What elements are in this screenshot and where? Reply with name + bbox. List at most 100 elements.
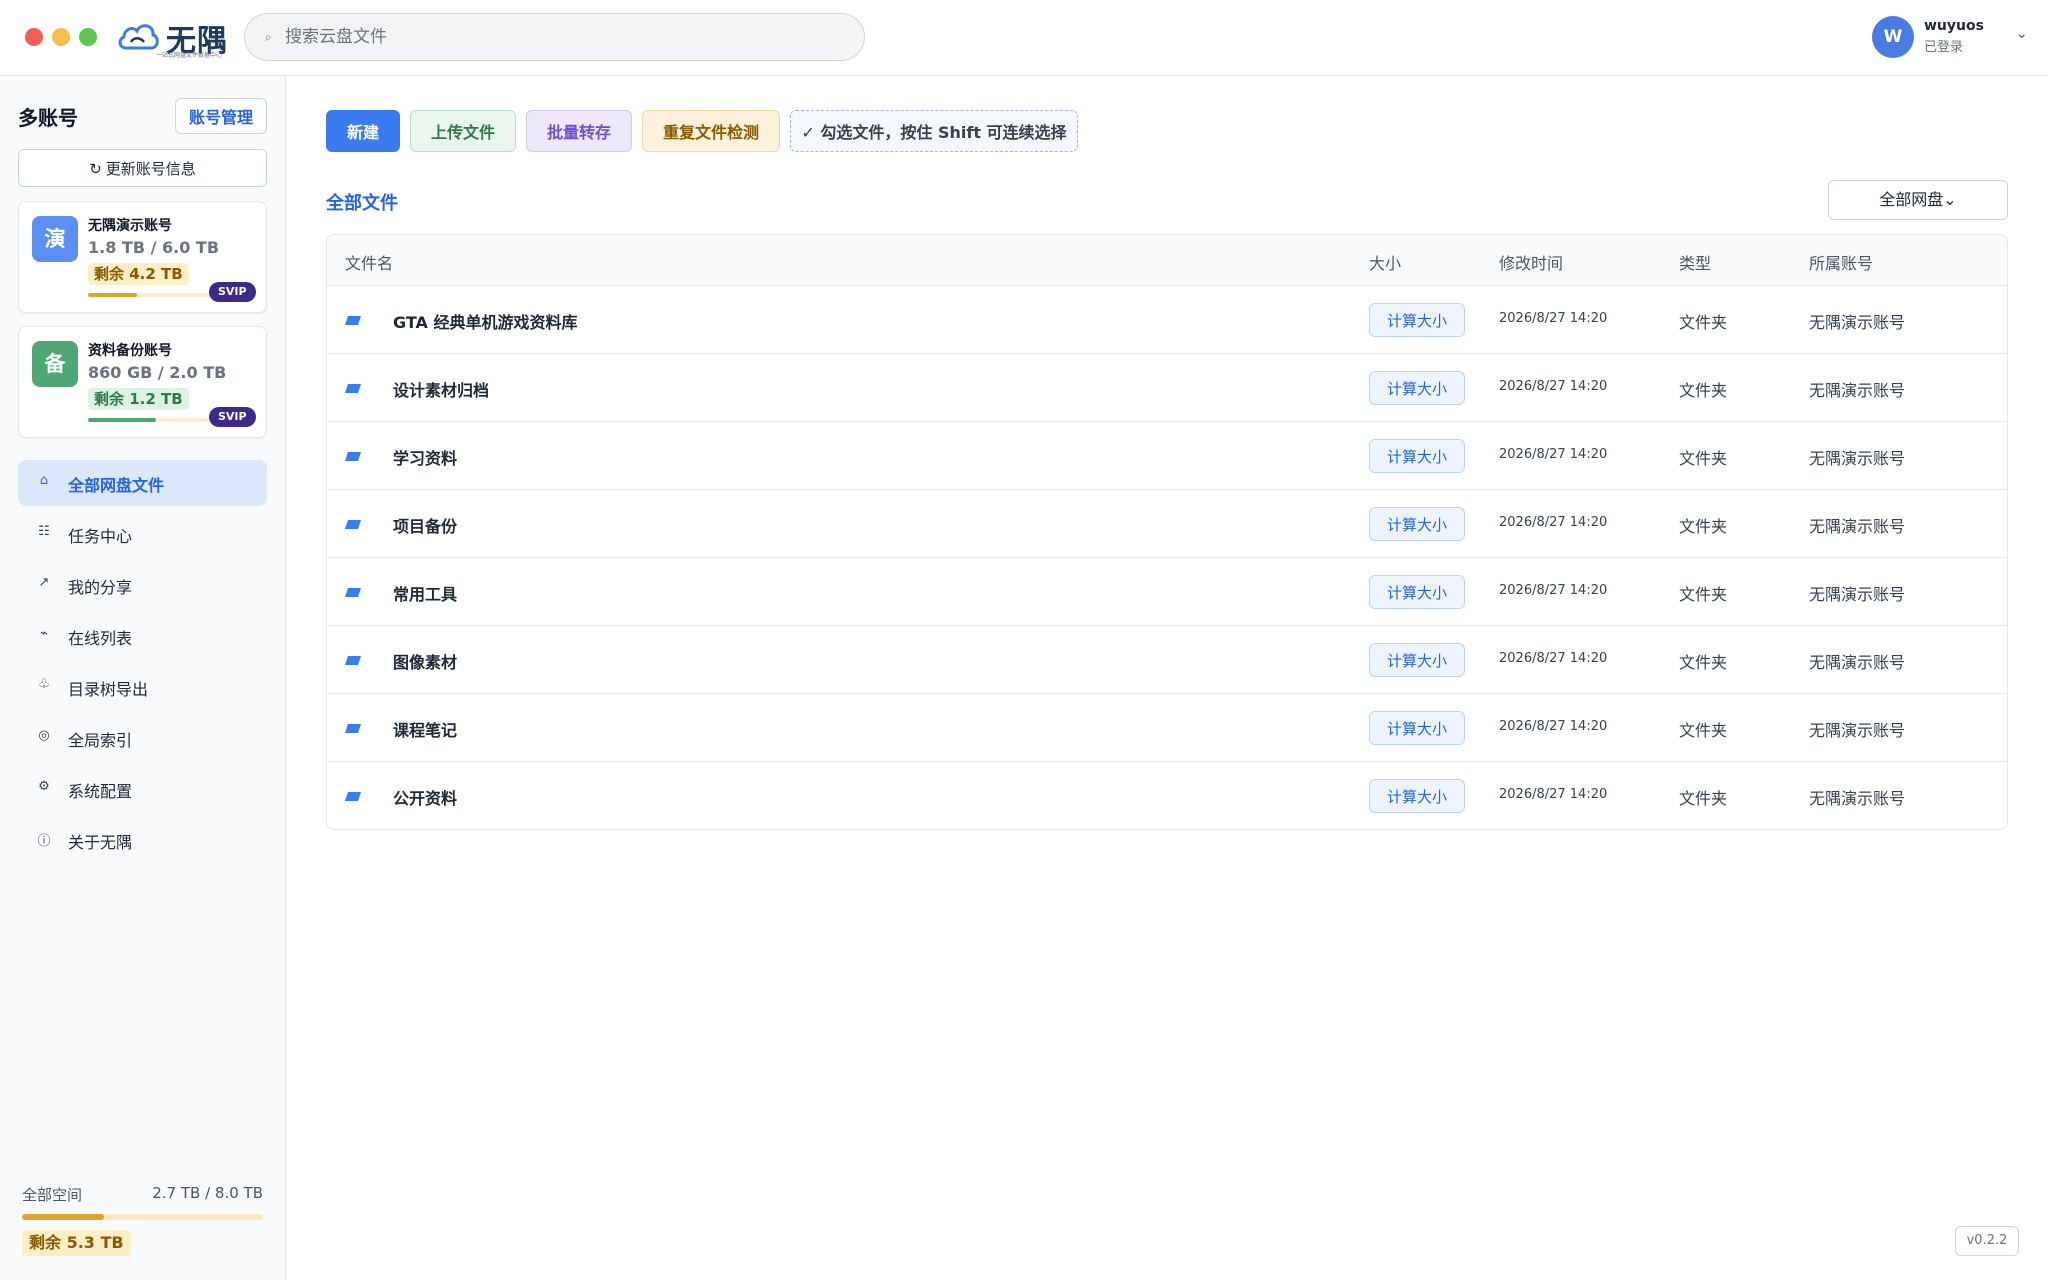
- calc-size-button[interactable]: 计算大小: [1369, 643, 1465, 677]
- version-badge: v0.2.2: [1955, 1226, 2019, 1256]
- calc-size-button[interactable]: 计算大小: [1369, 711, 1465, 745]
- modified-time: 2026/8/27 14:20: [1499, 651, 1608, 666]
- total-space-value: 2.7 TB / 8.0 TB: [152, 1184, 263, 1202]
- total-space-remaining: 剩余 5.3 TB: [22, 1230, 131, 1256]
- folder-icon: [345, 452, 361, 461]
- calc-size-button[interactable]: 计算大小: [1369, 371, 1465, 405]
- file-type: 文件夹: [1679, 721, 1728, 740]
- column-header-modified[interactable]: 修改时间: [1499, 250, 1563, 274]
- table-row[interactable]: 设计素材归档 计算大小 2026/8/27 14:20 文件夹 无隅演示账号: [327, 354, 2007, 422]
- search-input[interactable]: [285, 14, 845, 60]
- calc-size-button[interactable]: 计算大小: [1369, 779, 1465, 813]
- select-hint-button[interactable]: ✓ 勾选文件，按住 Shift 可连续选择: [790, 110, 1078, 152]
- account-card[interactable]: 演 无隅演示账号 1.8 TB / 6.0 TB 剩余 4.2 TB SVIP: [18, 201, 267, 313]
- window-minimize-button[interactable]: [52, 28, 70, 46]
- folder-icon: [345, 520, 361, 529]
- table-row[interactable]: 学习资料 计算大小 2026/8/27 14:20 文件夹 无隅演示账号: [327, 422, 2007, 490]
- sidebar-item-online-list[interactable]: ⌁ 在线列表: [18, 613, 267, 659]
- sidebar-item-label: 任务中心: [68, 527, 133, 546]
- file-name[interactable]: GTA 经典单机游戏资料库: [393, 309, 577, 333]
- user-menu[interactable]: W wuyuos 已登录 ⌄: [1870, 14, 2030, 60]
- file-name[interactable]: 课程笔记: [393, 717, 457, 741]
- gear-icon: ⚙: [38, 779, 50, 794]
- refresh-icon: ↻: [89, 159, 102, 178]
- modified-time: 2026/8/27 14:20: [1499, 583, 1608, 598]
- search-icon: ⌕: [265, 30, 272, 44]
- sidebar-item-tree-export[interactable]: ♧ 目录树导出: [18, 664, 267, 710]
- file-type: 文件夹: [1679, 313, 1728, 332]
- search-box[interactable]: ⌕: [244, 13, 865, 61]
- owner-account: 无隅演示账号: [1809, 313, 1906, 332]
- table-row[interactable]: 项目备份 计算大小 2026/8/27 14:20 文件夹 无隅演示账号: [327, 490, 2007, 558]
- file-name[interactable]: 项目备份: [393, 513, 457, 537]
- sidebar-item-label: 在线列表: [68, 629, 133, 648]
- account-remaining-badge: 剩余 1.2 TB: [88, 388, 189, 410]
- home-icon: ⌂: [39, 473, 49, 488]
- sidebar-item-about[interactable]: ⓘ 关于无隅: [18, 817, 267, 863]
- file-name[interactable]: 图像素材: [393, 649, 457, 673]
- total-space-summary: 全部空间 2.7 TB / 8.0 TB 剩余 5.3 TB: [22, 1184, 263, 1264]
- upload-button[interactable]: 上传文件: [410, 110, 516, 152]
- column-header-name[interactable]: 文件名: [345, 250, 393, 274]
- file-name[interactable]: 公开资料: [393, 785, 457, 809]
- owner-account: 无隅演示账号: [1809, 381, 1906, 400]
- table-header: 文件名 大小 修改时间 类型 所属账号: [327, 235, 2007, 286]
- sidebar-title: 多账号: [18, 106, 78, 130]
- file-name[interactable]: 常用工具: [393, 581, 457, 605]
- window-close-button[interactable]: [25, 28, 43, 46]
- table-row[interactable]: GTA 经典单机游戏资料库 计算大小 2026/8/27 14:20 文件夹 无…: [327, 286, 2007, 354]
- account-usage: 1.8 TB / 6.0 TB: [88, 238, 220, 257]
- calc-size-button[interactable]: 计算大小: [1369, 439, 1465, 473]
- sidebar-item-tasks[interactable]: ☷ 任务中心: [18, 511, 267, 557]
- sidebar-item-shares[interactable]: ↗ 我的分享: [18, 562, 267, 608]
- table-row[interactable]: 课程笔记 计算大小 2026/8/27 14:20 文件夹 无隅演示账号: [327, 694, 2007, 762]
- table-row[interactable]: 公开资料 计算大小 2026/8/27 14:20 文件夹 无隅演示账号: [327, 762, 2007, 829]
- file-type: 文件夹: [1679, 653, 1728, 672]
- svip-badge: SVIP: [209, 407, 256, 427]
- avatar[interactable]: W: [1872, 16, 1914, 58]
- total-space-label: 全部空间: [22, 1186, 83, 1204]
- wifi-icon: ⌁: [40, 626, 48, 641]
- total-space-bar-fill: [22, 1214, 104, 1220]
- share-icon: ↗: [38, 575, 50, 590]
- svip-badge: SVIP: [209, 282, 256, 302]
- owner-account: 无隅演示账号: [1809, 789, 1906, 808]
- new-button[interactable]: 新建: [326, 110, 400, 152]
- file-type: 文件夹: [1679, 789, 1728, 808]
- file-name[interactable]: 设计素材归档: [393, 377, 489, 401]
- calc-size-button[interactable]: 计算大小: [1369, 507, 1465, 541]
- sidebar-item-global-index[interactable]: ◎ 全局索引: [18, 715, 267, 761]
- chevron-down-icon[interactable]: ⌄: [2016, 26, 2028, 42]
- sidebar: 多账号 账号管理 ↻ 更新账号信息 演 无隅演示账号 1.8 TB / 6.0 T…: [0, 76, 286, 1280]
- section-title[interactable]: 全部文件: [326, 189, 398, 215]
- file-type: 文件夹: [1679, 381, 1728, 400]
- column-header-account[interactable]: 所属账号: [1809, 250, 1873, 274]
- sidebar-item-settings[interactable]: ⚙ 系统配置: [18, 766, 267, 812]
- account-remaining-badge: 剩余 4.2 TB: [88, 263, 189, 285]
- sidebar-item-label: 关于无隅: [68, 833, 133, 852]
- owner-account: 无隅演示账号: [1809, 585, 1906, 604]
- column-header-type[interactable]: 类型: [1679, 250, 1711, 274]
- tree-icon: ♧: [38, 677, 50, 692]
- account-card[interactable]: 备 资料备份账号 860 GB / 2.0 TB 剩余 1.2 TB SVIP: [18, 326, 267, 438]
- owner-account: 无隅演示账号: [1809, 721, 1906, 740]
- calc-size-button[interactable]: 计算大小: [1369, 575, 1465, 609]
- sidebar-nav: ⌂ 全部网盘文件 ☷ 任务中心 ↗ 我的分享 ⌁ 在线列表 ♧ 目录树导出 ◎ …: [18, 460, 267, 868]
- duplicate-check-button[interactable]: 重复文件检测: [642, 110, 780, 152]
- owner-account: 无隅演示账号: [1809, 449, 1906, 468]
- account-manage-button[interactable]: 账号管理: [175, 98, 267, 134]
- calc-size-button[interactable]: 计算大小: [1369, 303, 1465, 337]
- table-row[interactable]: 图像素材 计算大小 2026/8/27 14:20 文件夹 无隅演示账号: [327, 626, 2007, 694]
- account-avatar: 演: [32, 216, 78, 262]
- account-usage: 860 GB / 2.0 TB: [88, 363, 227, 382]
- table-row[interactable]: 常用工具 计算大小 2026/8/27 14:20 文件夹 无隅演示账号: [327, 558, 2007, 626]
- column-header-size[interactable]: 大小: [1369, 250, 1401, 274]
- file-type: 文件夹: [1679, 449, 1728, 468]
- window-maximize-button[interactable]: [79, 28, 97, 46]
- refresh-accounts-button[interactable]: ↻ 更新账号信息: [18, 149, 267, 187]
- modified-time: 2026/8/27 14:20: [1499, 447, 1608, 462]
- file-name[interactable]: 学习资料: [393, 445, 457, 469]
- sidebar-item-all-files[interactable]: ⌂ 全部网盘文件: [18, 460, 267, 506]
- batch-transfer-button[interactable]: 批量转存: [526, 110, 632, 152]
- disk-filter-select[interactable]: 全部网盘⌄: [1828, 180, 2008, 220]
